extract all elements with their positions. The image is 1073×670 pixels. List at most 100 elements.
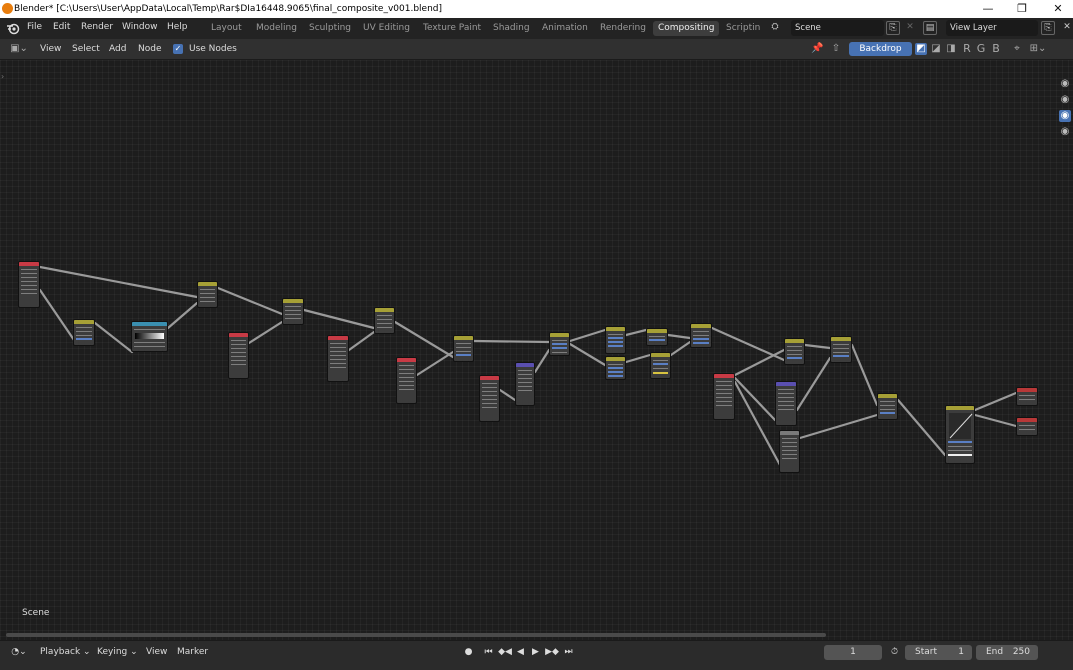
- tab-rendering[interactable]: Rendering: [595, 21, 651, 36]
- view-layer-field[interactable]: View Layer: [946, 20, 1038, 36]
- node-link: [973, 413, 1018, 428]
- color-balance-node[interactable]: [605, 356, 626, 380]
- menu-render[interactable]: Render: [81, 22, 113, 32]
- use-nodes-checkbox[interactable]: ✓: [173, 44, 183, 54]
- restore-button[interactable]: ❐: [1007, 1, 1037, 17]
- scene-field[interactable]: Scene: [791, 20, 884, 36]
- color-ramp-node[interactable]: [131, 321, 168, 352]
- tab-layout[interactable]: Layout: [206, 21, 247, 36]
- header-menu-add[interactable]: Add: [109, 44, 126, 54]
- tab-uv-editing[interactable]: UV Editing: [358, 21, 415, 36]
- color-balance-node[interactable]: [605, 326, 626, 354]
- timeline-view-menu[interactable]: View: [146, 647, 167, 657]
- alpha-over-node[interactable]: [282, 298, 304, 325]
- image-input-node[interactable]: [479, 375, 500, 422]
- tab-texture-paint[interactable]: Texture Paint: [418, 21, 486, 36]
- channel-g-button[interactable]: G: [975, 43, 987, 55]
- eye-icon[interactable]: ◉: [1059, 78, 1071, 90]
- record-icon[interactable]: ●: [462, 646, 475, 659]
- backdrop-color-alpha-icon[interactable]: ◨: [945, 43, 957, 55]
- playback-menu[interactable]: Playback ⌄: [40, 647, 91, 657]
- mix-node[interactable]: [646, 328, 668, 346]
- timeline-editor-type-icon[interactable]: ◔⌄: [8, 646, 30, 659]
- tab-animation[interactable]: Animation: [537, 21, 593, 36]
- snap-icon[interactable]: ⊞⌄: [1027, 43, 1049, 55]
- node-link: [733, 348, 786, 377]
- image-input-node[interactable]: [396, 357, 417, 404]
- tab-sculpting[interactable]: Sculpting: [304, 21, 356, 36]
- node-link: [568, 328, 607, 343]
- current-frame-field[interactable]: 1: [824, 645, 882, 660]
- scene-selector-icon[interactable]: ⛭: [768, 21, 782, 35]
- mix-node[interactable]: [690, 323, 712, 348]
- image-input-node[interactable]: [713, 373, 735, 420]
- image-input-node[interactable]: [228, 332, 249, 379]
- remove-view-layer-icon[interactable]: ✕: [1060, 21, 1073, 35]
- play-icon[interactable]: ▶: [529, 646, 542, 659]
- jump-start-icon[interactable]: ⏮: [482, 646, 495, 659]
- viewer-output-node[interactable]: [1016, 417, 1038, 436]
- delete-scene-icon[interactable]: ✕: [903, 21, 917, 35]
- tab-modeling[interactable]: Modeling: [251, 21, 302, 36]
- channel-b-button[interactable]: B: [990, 43, 1002, 55]
- node-link: [850, 343, 879, 407]
- tab-scripting[interactable]: Scriptin: [721, 21, 765, 36]
- start-frame-field[interactable]: Start 1: [905, 645, 972, 660]
- menu-help[interactable]: Help: [167, 22, 188, 32]
- marker-menu[interactable]: Marker: [177, 647, 208, 657]
- prev-keyframe-icon[interactable]: ◆◀: [497, 646, 513, 659]
- eye-icon[interactable]: ◉: [1059, 126, 1071, 138]
- channel-r-button[interactable]: R: [961, 43, 973, 55]
- mix-node[interactable]: [549, 332, 570, 356]
- eye-icon[interactable]: ◉: [1059, 110, 1071, 122]
- render-layers-node[interactable]: [18, 261, 40, 308]
- mix-node[interactable]: [197, 281, 218, 308]
- tab-shading[interactable]: Shading: [488, 21, 535, 36]
- composite-output-node[interactable]: [1016, 387, 1038, 406]
- play-reverse-icon[interactable]: ◀: [514, 646, 527, 659]
- overlay-icon[interactable]: ⌖: [1011, 43, 1023, 55]
- next-keyframe-icon[interactable]: ▶◆: [544, 646, 560, 659]
- header-menu-node[interactable]: Node: [138, 44, 162, 54]
- pin-icon[interactable]: 📌: [811, 43, 823, 55]
- editor-type-icon[interactable]: ▣⌄: [9, 43, 29, 55]
- transform-node[interactable]: [515, 362, 535, 406]
- jump-end-icon[interactable]: ⏭: [562, 646, 575, 659]
- menu-edit[interactable]: Edit: [53, 22, 70, 32]
- keying-menu[interactable]: Keying ⌄: [97, 647, 138, 657]
- alpha-over-node[interactable]: [784, 338, 805, 365]
- blender-logo-icon: [2, 3, 13, 14]
- curves-node[interactable]: [945, 405, 975, 464]
- backdrop-alpha-icon[interactable]: ◪: [930, 43, 942, 55]
- blender-menu-icon[interactable]: [6, 22, 20, 35]
- node-editor-canvas[interactable]: ◉ ◉ ◉ ◉ › Scene: [0, 60, 1073, 640]
- horizontal-scrollbar[interactable]: [6, 633, 826, 637]
- eye-icon[interactable]: ◉: [1059, 94, 1071, 106]
- backdrop-toggle-button[interactable]: Backdrop: [849, 42, 912, 56]
- image-input-node[interactable]: [327, 335, 349, 382]
- backdrop-rgb-icon[interactable]: ◩: [915, 43, 927, 55]
- tab-compositing[interactable]: Compositing: [653, 21, 720, 36]
- menu-window[interactable]: Window: [122, 22, 158, 32]
- transform-node[interactable]: [775, 381, 797, 426]
- minimize-button[interactable]: —: [973, 1, 1003, 17]
- hue-sat-node[interactable]: [650, 352, 671, 379]
- alpha-over-node[interactable]: [374, 307, 395, 334]
- menu-file[interactable]: File: [27, 22, 42, 32]
- parent-node-tree-icon[interactable]: ⇧: [830, 43, 842, 55]
- new-view-layer-icon[interactable]: ⎘: [1041, 21, 1055, 35]
- alpha-over-node[interactable]: [453, 335, 474, 362]
- end-frame-field[interactable]: End 250: [976, 645, 1038, 660]
- new-scene-icon[interactable]: ⎘: [886, 21, 900, 35]
- alpha-over-node[interactable]: [830, 336, 852, 363]
- header-menu-select[interactable]: Select: [72, 44, 100, 54]
- settings-node[interactable]: [779, 430, 800, 473]
- toolbar-expand-icon[interactable]: ›: [1, 72, 4, 81]
- close-button[interactable]: ✕: [1043, 1, 1073, 17]
- filter-node[interactable]: [73, 319, 95, 346]
- clock-icon[interactable]: ⏱: [888, 646, 901, 659]
- alpha-over-node[interactable]: [877, 393, 898, 420]
- view-layer-selector-icon[interactable]: ▤: [923, 21, 937, 35]
- header-menu-view[interactable]: View: [40, 44, 61, 54]
- end-label: End: [986, 647, 1004, 657]
